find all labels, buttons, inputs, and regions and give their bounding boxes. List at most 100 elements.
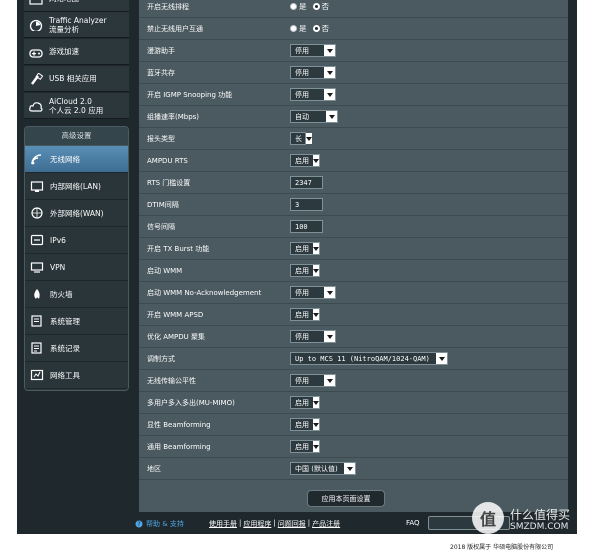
sidebar-item-network-tools[interactable]: 网络工具 <box>25 362 128 389</box>
help-support-link[interactable]: ? 帮助 & 支持 <box>135 519 184 529</box>
sidebar-item-label: VPN <box>50 262 66 272</box>
cloud-icon <box>29 99 43 113</box>
select-value: Up to MCS 11 (NitroQAM/1024-QAM) <box>295 354 430 363</box>
setting-row: 组播速率(Mbps) 自动 <box>139 106 568 128</box>
setting-select[interactable]: 启用 <box>290 308 320 321</box>
sidebar-item-syslog[interactable]: 系统记录 <box>25 335 128 362</box>
register-link[interactable]: 产品注册 <box>312 519 340 529</box>
setting-row: 开启 WMM APSD 启用 <box>139 304 568 326</box>
setting-select[interactable]: 停用 <box>290 330 336 343</box>
setting-label: 漫游助手 <box>147 46 175 55</box>
setting-row: DTIM间隔 3 <box>139 194 568 216</box>
sidebar: 网络地图 Traffic Analyzer流量分析游戏加速 USB 相关应用 AiCl… <box>24 0 129 395</box>
setting-row: 开启 IGMP Snooping 功能 停用 <box>139 84 568 106</box>
select-value: 停用 <box>295 376 309 385</box>
sidebar-top-item-label: 游戏加速 <box>49 47 79 56</box>
select-value: 启用 <box>295 310 309 319</box>
setting-text-input[interactable]: 3 <box>290 198 323 211</box>
wireless-professional-settings: 开启无线排程是否禁止无线用户互通是否漫游助手 停用 蓝牙共存 停用 开启 IGMP Sn… <box>139 0 568 512</box>
setting-label: 信号间隔 <box>147 222 175 231</box>
radio-no[interactable]: 否 <box>312 1 329 12</box>
svg-text:?: ? <box>137 521 140 528</box>
radio-label: 否 <box>321 24 330 33</box>
vpn-icon <box>30 261 44 273</box>
sidebar-top-item-label: Traffic Analyzer 流量分析 <box>49 16 107 34</box>
chevron-down-icon <box>324 45 335 56</box>
setting-select[interactable]: 启用 <box>290 242 320 255</box>
setting-label: 蓝牙共存 <box>147 68 175 77</box>
setting-select[interactable]: 自动 <box>290 110 338 123</box>
sidebar-item-label: 网络工具 <box>50 370 80 380</box>
setting-label: RTS 门槛设置 <box>147 178 191 187</box>
footer-separator: | <box>239 519 242 527</box>
sidebar-item-label: 外部网络(WAN) <box>50 208 104 218</box>
radio-yes[interactable]: 是 <box>290 23 307 34</box>
setting-select[interactable]: 中国 (默认值) <box>290 462 356 475</box>
sidebar-top-item[interactable]: AiCloud 2.0 个人云 2.0 应用 <box>24 93 129 119</box>
sidebar-item-wan[interactable]: 外部网络(WAN) <box>25 200 128 227</box>
sidebar-top-item[interactable]: Traffic Analyzer 流量分析 <box>24 12 129 38</box>
apps-link[interactable]: 应用程序 <box>243 519 271 529</box>
sidebar-top-item[interactable]: 游戏加速 <box>24 39 129 65</box>
sidebar-item-vpn[interactable]: VPN <box>25 254 128 281</box>
chevron-down-icon <box>313 441 319 452</box>
setting-label: 启动 WMM <box>147 266 183 275</box>
feedback-link[interactable]: 问题回报 <box>278 519 306 529</box>
setting-select[interactable]: 停用 <box>290 88 336 101</box>
sidebar-item-lan[interactable]: 内部网络(LAN) <box>25 173 128 200</box>
sidebar-top-item[interactable]: USB 相关应用 <box>24 66 129 92</box>
setting-row: 信号间隔 100 <box>139 216 568 238</box>
setting-label: 开启 IGMP Snooping 功能 <box>147 90 233 99</box>
sidebar-item-label: 防火墙 <box>50 289 73 299</box>
setting-select[interactable]: 长 <box>290 132 312 145</box>
setting-row: 漫游助手 停用 <box>139 40 568 62</box>
sidebar-top-item[interactable]: 网络地图 <box>24 0 129 12</box>
setting-label: 报头类型 <box>147 134 175 143</box>
question-icon: ? <box>135 520 143 528</box>
sidebar-item-label: 系统管理 <box>50 316 80 326</box>
setting-row: RTS 门槛设置 2347 <box>139 172 568 194</box>
sidebar-top-item-title: USB 相关应用 <box>49 74 97 83</box>
select-value: 停用 <box>295 90 309 99</box>
sidebar-top-item-label: USB 相关应用 <box>49 74 97 83</box>
setting-select[interactable]: Up to MCS 11 (NitroQAM/1024-QAM) <box>290 352 448 365</box>
select-value: 自动 <box>295 112 309 121</box>
sidebar-top-item-label: AiCloud 2.0 个人云 2.0 应用 <box>49 97 103 115</box>
setting-select[interactable]: 启用 <box>290 396 320 409</box>
game-boost-icon <box>29 45 43 59</box>
manual-link[interactable]: 使用手册 <box>209 519 237 529</box>
syslog-icon <box>30 342 44 354</box>
radio-no[interactable]: 否 <box>312 23 330 34</box>
setting-row: AMPDU RTS 启用 <box>139 150 568 172</box>
select-value: 启用 <box>295 442 309 451</box>
sidebar-item-wireless[interactable]: 无线网络 <box>25 146 128 173</box>
setting-control: 2347 <box>290 172 568 194</box>
setting-control: 自动 <box>290 106 568 128</box>
setting-select[interactable]: 停用 <box>290 286 336 299</box>
watermark-line2: SMZDM.COM <box>510 522 569 532</box>
help-support-label: 帮助 & 支持 <box>146 520 184 528</box>
setting-select[interactable]: 停用 <box>290 44 336 57</box>
setting-row: 报头类型 长 <box>139 128 568 150</box>
sidebar-item-admin[interactable]: 系统管理 <box>25 308 128 335</box>
setting-row: 通用 Beamforming 启用 <box>139 436 568 458</box>
sidebar-item-firewall[interactable]: 防火墙 <box>25 281 128 308</box>
sidebar-item-label: 内部网络(LAN) <box>50 181 101 191</box>
radio-checked-icon <box>312 3 320 10</box>
setting-text-input[interactable]: 2347 <box>290 176 323 189</box>
setting-select[interactable]: 启用 <box>290 418 320 431</box>
setting-select[interactable]: 停用 <box>290 374 336 387</box>
setting-select[interactable]: 启用 <box>290 264 320 277</box>
setting-text-input[interactable]: 100 <box>290 220 323 233</box>
sidebar-item-label: 系统记录 <box>50 343 80 353</box>
sidebar-item-label: IPv6 <box>50 235 66 245</box>
setting-select[interactable]: 启用 <box>290 154 320 167</box>
radio-yes[interactable]: 是 <box>290 1 307 12</box>
apply-settings-button[interactable]: 应用本页面设置 <box>307 490 385 507</box>
setting-row: 开启 TX Burst 功能 启用 <box>139 238 568 260</box>
radio-label: 是 <box>299 2 307 11</box>
sidebar-item-ipv6[interactable]: IPv6 <box>25 227 128 254</box>
setting-select[interactable]: 停用 <box>290 66 336 79</box>
setting-select[interactable]: 启用 <box>290 440 320 453</box>
chevron-down-icon <box>313 309 319 320</box>
